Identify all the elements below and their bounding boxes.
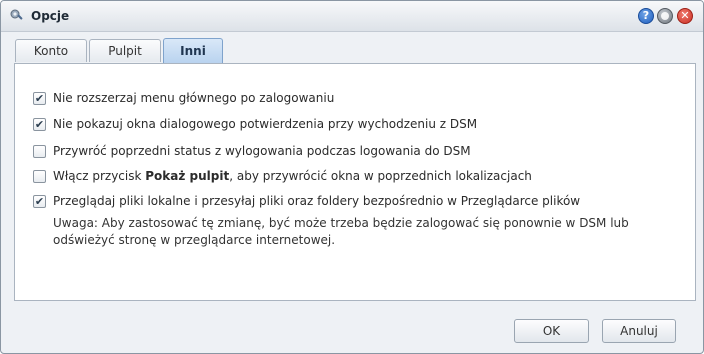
option-row[interactable]: ✔ Nie rozszerzaj menu głównego po zalogo… bbox=[33, 90, 334, 106]
cancel-button[interactable]: Anuluj bbox=[602, 319, 676, 343]
option-label-pre: Włącz przycisk bbox=[53, 169, 146, 183]
checkbox[interactable] bbox=[33, 144, 46, 158]
checkbox[interactable]: ✔ bbox=[33, 91, 46, 105]
note-text: Uwaga: Aby zastosować tę zmianę, być moż… bbox=[53, 216, 629, 247]
option-row[interactable]: Włącz przycisk Pokaż pulpit, aby przywró… bbox=[33, 168, 532, 184]
checkbox[interactable]: ✔ bbox=[33, 117, 46, 131]
option-label: Nie pokazuj okna dialogowego potwierdzen… bbox=[53, 117, 478, 131]
options-dialog: Opcje ? ✕ Konto Pulpit Inni ✔ Nie rozsze… bbox=[0, 0, 704, 354]
option-row[interactable]: ✔ Nie pokazuj okna dialogowego potwierdz… bbox=[33, 116, 477, 132]
close-icon[interactable]: ✕ bbox=[677, 8, 693, 24]
option-label: Włącz przycisk Pokaż pulpit, aby przywró… bbox=[53, 169, 532, 183]
tab-pulpit[interactable]: Pulpit bbox=[89, 39, 161, 62]
ok-button[interactable]: OK bbox=[514, 319, 589, 343]
checkbox[interactable]: ✔ bbox=[33, 194, 46, 208]
option-label: Przywróć poprzedni status z wylogowania … bbox=[53, 144, 471, 158]
option-label: Nie rozszerzaj menu głównego po zalogowa… bbox=[53, 91, 335, 105]
options-icon bbox=[9, 8, 25, 24]
minimize-icon[interactable] bbox=[657, 8, 673, 24]
option-row[interactable]: Przywróć poprzedni status z wylogowania … bbox=[33, 143, 471, 159]
option-label: Przeglądaj pliki lokalne i przesyłaj pli… bbox=[53, 194, 581, 208]
checkbox[interactable] bbox=[33, 169, 46, 183]
tab-inni[interactable]: Inni bbox=[163, 38, 223, 63]
window-title: Opcje bbox=[31, 9, 70, 23]
option-label-bold: Pokaż pulpit bbox=[145, 169, 230, 183]
tab-konto[interactable]: Konto bbox=[15, 39, 87, 62]
option-row[interactable]: ✔ Przeglądaj pliki lokalne i przesyłaj p… bbox=[33, 193, 580, 209]
options-panel: ✔ Nie rozszerzaj menu głównego po zalogo… bbox=[14, 63, 696, 301]
option-label-post: , aby przywrócić okna w poprzednich loka… bbox=[229, 169, 532, 183]
help-icon[interactable]: ? bbox=[638, 8, 654, 24]
title-bar[interactable]: Opcje ? ✕ bbox=[1, 1, 703, 32]
